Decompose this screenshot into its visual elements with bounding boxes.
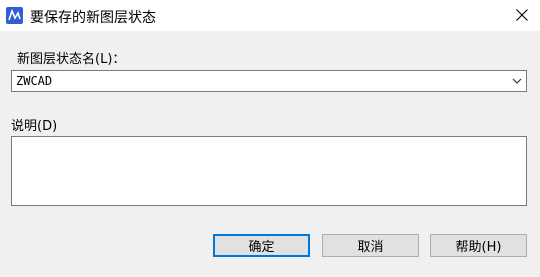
layer-state-name-value[interactable]: ZWCAD [16, 74, 52, 88]
title-bar: 要保存的新图层状态 [0, 0, 540, 31]
layer-state-name-combobox[interactable]: ZWCAD [11, 70, 527, 92]
zwcad-app-icon [6, 7, 23, 24]
description-textarea[interactable] [11, 136, 527, 206]
window-title: 要保存的新图层状态 [30, 10, 156, 26]
cancel-button[interactable]: 取消 [322, 234, 419, 257]
layer-state-name-label: 新图层状态名(L)： [17, 52, 126, 67]
description-label: 说明(D) [11, 119, 58, 134]
close-icon [516, 9, 528, 21]
chevron-down-icon[interactable] [512, 76, 522, 86]
close-button[interactable] [504, 0, 540, 31]
help-button[interactable]: 帮助(H) [430, 234, 527, 257]
ok-button[interactable]: 确定 [213, 234, 310, 257]
